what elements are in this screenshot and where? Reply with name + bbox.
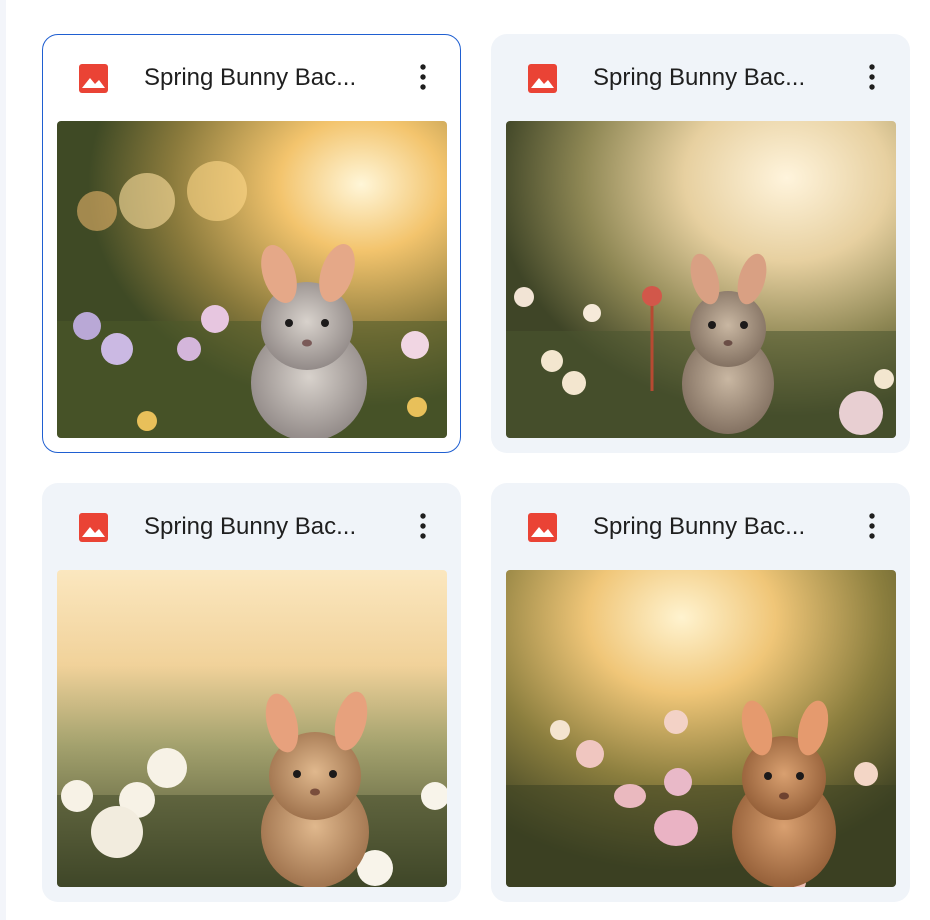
file-name[interactable]: Spring Bunny Bac... [593, 512, 833, 542]
file-card-header: Spring Bunny Bac... [43, 484, 460, 570]
image-thumbnail[interactable] [57, 570, 447, 887]
more-vert-icon [420, 513, 426, 539]
image-file-icon [528, 513, 557, 542]
more-options-button[interactable] [854, 59, 890, 95]
file-card-header: Spring Bunny Bac... [492, 484, 909, 570]
file-card-header: Spring Bunny Bac... [492, 35, 909, 121]
file-card[interactable]: Spring Bunny Bac... [491, 483, 910, 902]
file-card[interactable]: Spring Bunny Bac... [42, 34, 461, 453]
image-file-icon [79, 513, 108, 542]
more-vert-icon [869, 64, 875, 90]
left-rail [0, 0, 6, 920]
file-name[interactable]: Spring Bunny Bac... [144, 512, 384, 542]
file-name[interactable]: Spring Bunny Bac... [593, 63, 833, 93]
image-thumbnail[interactable] [506, 121, 896, 438]
file-grid: Spring Bunny Bac... Spring Bunny Bac... … [42, 34, 910, 902]
more-vert-icon [420, 64, 426, 90]
image-file-icon [528, 64, 557, 93]
image-file-icon [79, 64, 108, 93]
image-thumbnail[interactable] [506, 570, 896, 887]
more-options-button[interactable] [405, 508, 441, 544]
more-vert-icon [869, 513, 875, 539]
image-thumbnail[interactable] [57, 121, 447, 438]
file-name[interactable]: Spring Bunny Bac... [144, 63, 384, 93]
more-options-button[interactable] [854, 508, 890, 544]
file-card-header: Spring Bunny Bac... [43, 35, 460, 121]
more-options-button[interactable] [405, 59, 441, 95]
file-card[interactable]: Spring Bunny Bac... [491, 34, 910, 453]
file-card[interactable]: Spring Bunny Bac... [42, 483, 461, 902]
